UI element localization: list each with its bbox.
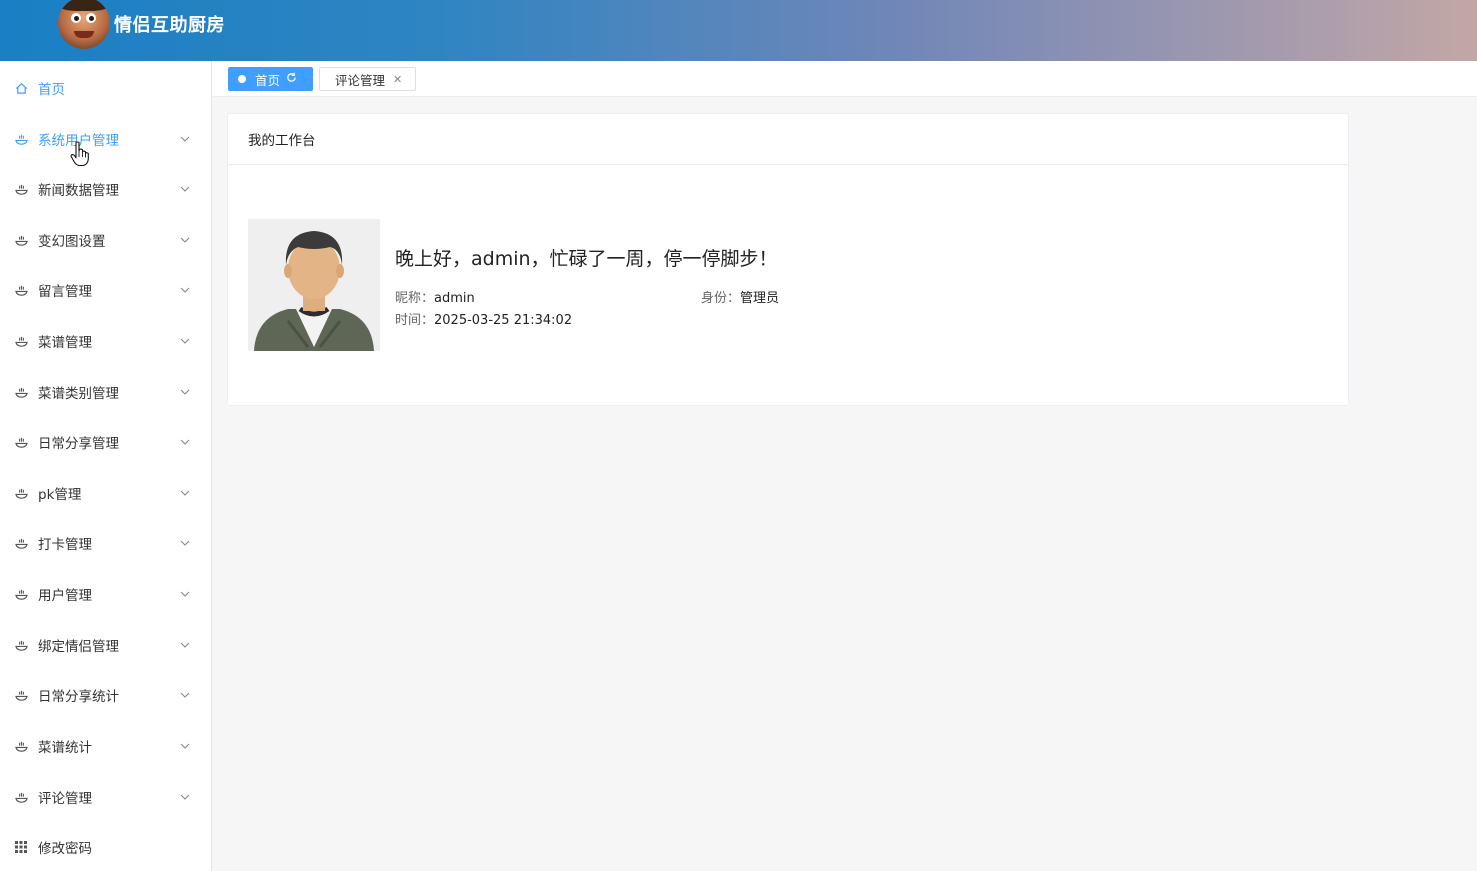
top-header: 情侣互助厨房 <box>0 0 1477 61</box>
sidebar-item-label: 首页 <box>38 82 65 98</box>
sidebar-item-label: 菜谱类别管理 <box>38 386 119 402</box>
role-value: 管理员 <box>740 291 780 306</box>
chevron-down-icon <box>180 591 190 597</box>
tags-view-bar: 首页 评论管理 ✕ <box>212 61 1477 97</box>
sidebar-item-carousel[interactable]: 变幻图设置 <box>0 220 211 260</box>
time-info: 时间：2025-03-25 21:34:02 <box>395 309 572 328</box>
sidebar-item-checkin[interactable]: 打卡管理 <box>0 523 211 563</box>
chevron-down-icon <box>180 439 190 445</box>
chevron-down-icon <box>180 186 190 192</box>
sidebar-item-label: pk管理 <box>38 487 82 503</box>
sidebar-item-recipe-stats[interactable]: 菜谱统计 <box>0 726 211 766</box>
active-dot-icon <box>238 75 246 83</box>
role-label: 身份： <box>701 291 741 306</box>
bowl-icon <box>14 688 28 702</box>
logo-avatar-icon <box>58 0 110 49</box>
time-label: 时间： <box>395 313 435 328</box>
sidebar-item-label: 修改密码 <box>38 841 92 857</box>
chevron-down-icon <box>180 642 190 648</box>
grid-icon <box>14 840 28 854</box>
chevron-down-icon <box>180 136 190 142</box>
bowl-icon <box>14 486 28 500</box>
sidebar-item-label: 打卡管理 <box>38 537 92 553</box>
chevron-down-icon <box>180 692 190 698</box>
sidebar-menu: 首页 系统用户管理 新闻数据管理 变幻图设置 留言管理 菜谱管理 菜谱类别管理 … <box>0 61 212 871</box>
sidebar-item-label: 绑定情侣管理 <box>38 639 119 655</box>
bowl-icon <box>14 739 28 753</box>
card-title: 我的工作台 <box>228 114 1348 165</box>
bowl-icon <box>14 233 28 247</box>
tab-comment-management[interactable]: 评论管理 ✕ <box>319 67 416 91</box>
bowl-icon <box>14 587 28 601</box>
home-icon <box>14 81 28 95</box>
bowl-icon <box>14 283 28 297</box>
sidebar-item-pk[interactable]: pk管理 <box>0 473 211 513</box>
chevron-down-icon <box>180 338 190 344</box>
sidebar-item-label: 新闻数据管理 <box>38 183 119 199</box>
nickname-info: 昵称：admin <box>395 287 475 306</box>
hand-cursor-icon <box>70 141 89 167</box>
close-icon[interactable]: ✕ <box>393 73 402 86</box>
sidebar-item-label: 变幻图设置 <box>38 234 106 250</box>
sidebar-item-label: 评论管理 <box>38 791 92 807</box>
chevron-down-icon <box>180 743 190 749</box>
sidebar-item-couples[interactable]: 绑定情侣管理 <box>0 625 211 665</box>
sidebar-item-label: 留言管理 <box>38 284 92 300</box>
bowl-icon <box>14 334 28 348</box>
tab-label: 评论管理 <box>335 72 386 88</box>
sidebar-item-label: 菜谱统计 <box>38 740 92 756</box>
app-title: 情侣互助厨房 <box>114 15 225 36</box>
user-avatar <box>248 219 380 351</box>
bowl-icon <box>14 132 28 146</box>
sidebar-item-home[interactable]: 首页 <box>0 68 211 108</box>
chevron-down-icon <box>180 237 190 243</box>
sidebar-item-recipes[interactable]: 菜谱管理 <box>0 321 211 361</box>
chevron-down-icon <box>180 490 190 496</box>
sidebar-item-system-users[interactable]: 系统用户管理 <box>0 119 211 159</box>
chevron-down-icon <box>180 287 190 293</box>
workbench-card: 我的工作台 晚上好，admin，忙碌了一周，停一停脚步！ 昵称：admin 身份… <box>227 113 1349 406</box>
sidebar-item-daily-share[interactable]: 日常分享管理 <box>0 422 211 462</box>
chevron-down-icon <box>180 794 190 800</box>
bowl-icon <box>14 790 28 804</box>
sidebar-item-recipe-categories[interactable]: 菜谱类别管理 <box>0 372 211 412</box>
sidebar-item-label: 日常分享统计 <box>38 689 119 705</box>
bowl-icon <box>14 385 28 399</box>
sidebar-item-users[interactable]: 用户管理 <box>0 574 211 614</box>
tab-label: 首页 <box>255 72 281 88</box>
sidebar-item-change-password[interactable]: 修改密码 <box>0 827 211 867</box>
role-info: 身份：管理员 <box>701 287 779 306</box>
sidebar-item-label: 日常分享管理 <box>38 436 119 452</box>
greeting-text: 晚上好，admin，忙碌了一周，停一停脚步！ <box>395 248 778 270</box>
bowl-icon <box>14 182 28 196</box>
bowl-icon <box>14 536 28 550</box>
sidebar-item-label: 用户管理 <box>38 588 92 604</box>
tab-home[interactable]: 首页 <box>228 67 313 91</box>
chevron-down-icon <box>180 389 190 395</box>
refresh-icon[interactable] <box>286 72 297 86</box>
nickname-value: admin <box>434 291 475 306</box>
sidebar-item-label: 菜谱管理 <box>38 335 92 351</box>
sidebar-item-news[interactable]: 新闻数据管理 <box>0 169 211 209</box>
sidebar-item-comments[interactable]: 评论管理 <box>0 777 211 817</box>
sidebar-item-share-stats[interactable]: 日常分享统计 <box>0 675 211 715</box>
bowl-icon <box>14 435 28 449</box>
bowl-icon <box>14 638 28 652</box>
chevron-down-icon <box>180 540 190 546</box>
time-value: 2025-03-25 21:34:02 <box>434 313 573 328</box>
nickname-label: 昵称： <box>395 291 435 306</box>
sidebar-item-messages[interactable]: 留言管理 <box>0 270 211 310</box>
